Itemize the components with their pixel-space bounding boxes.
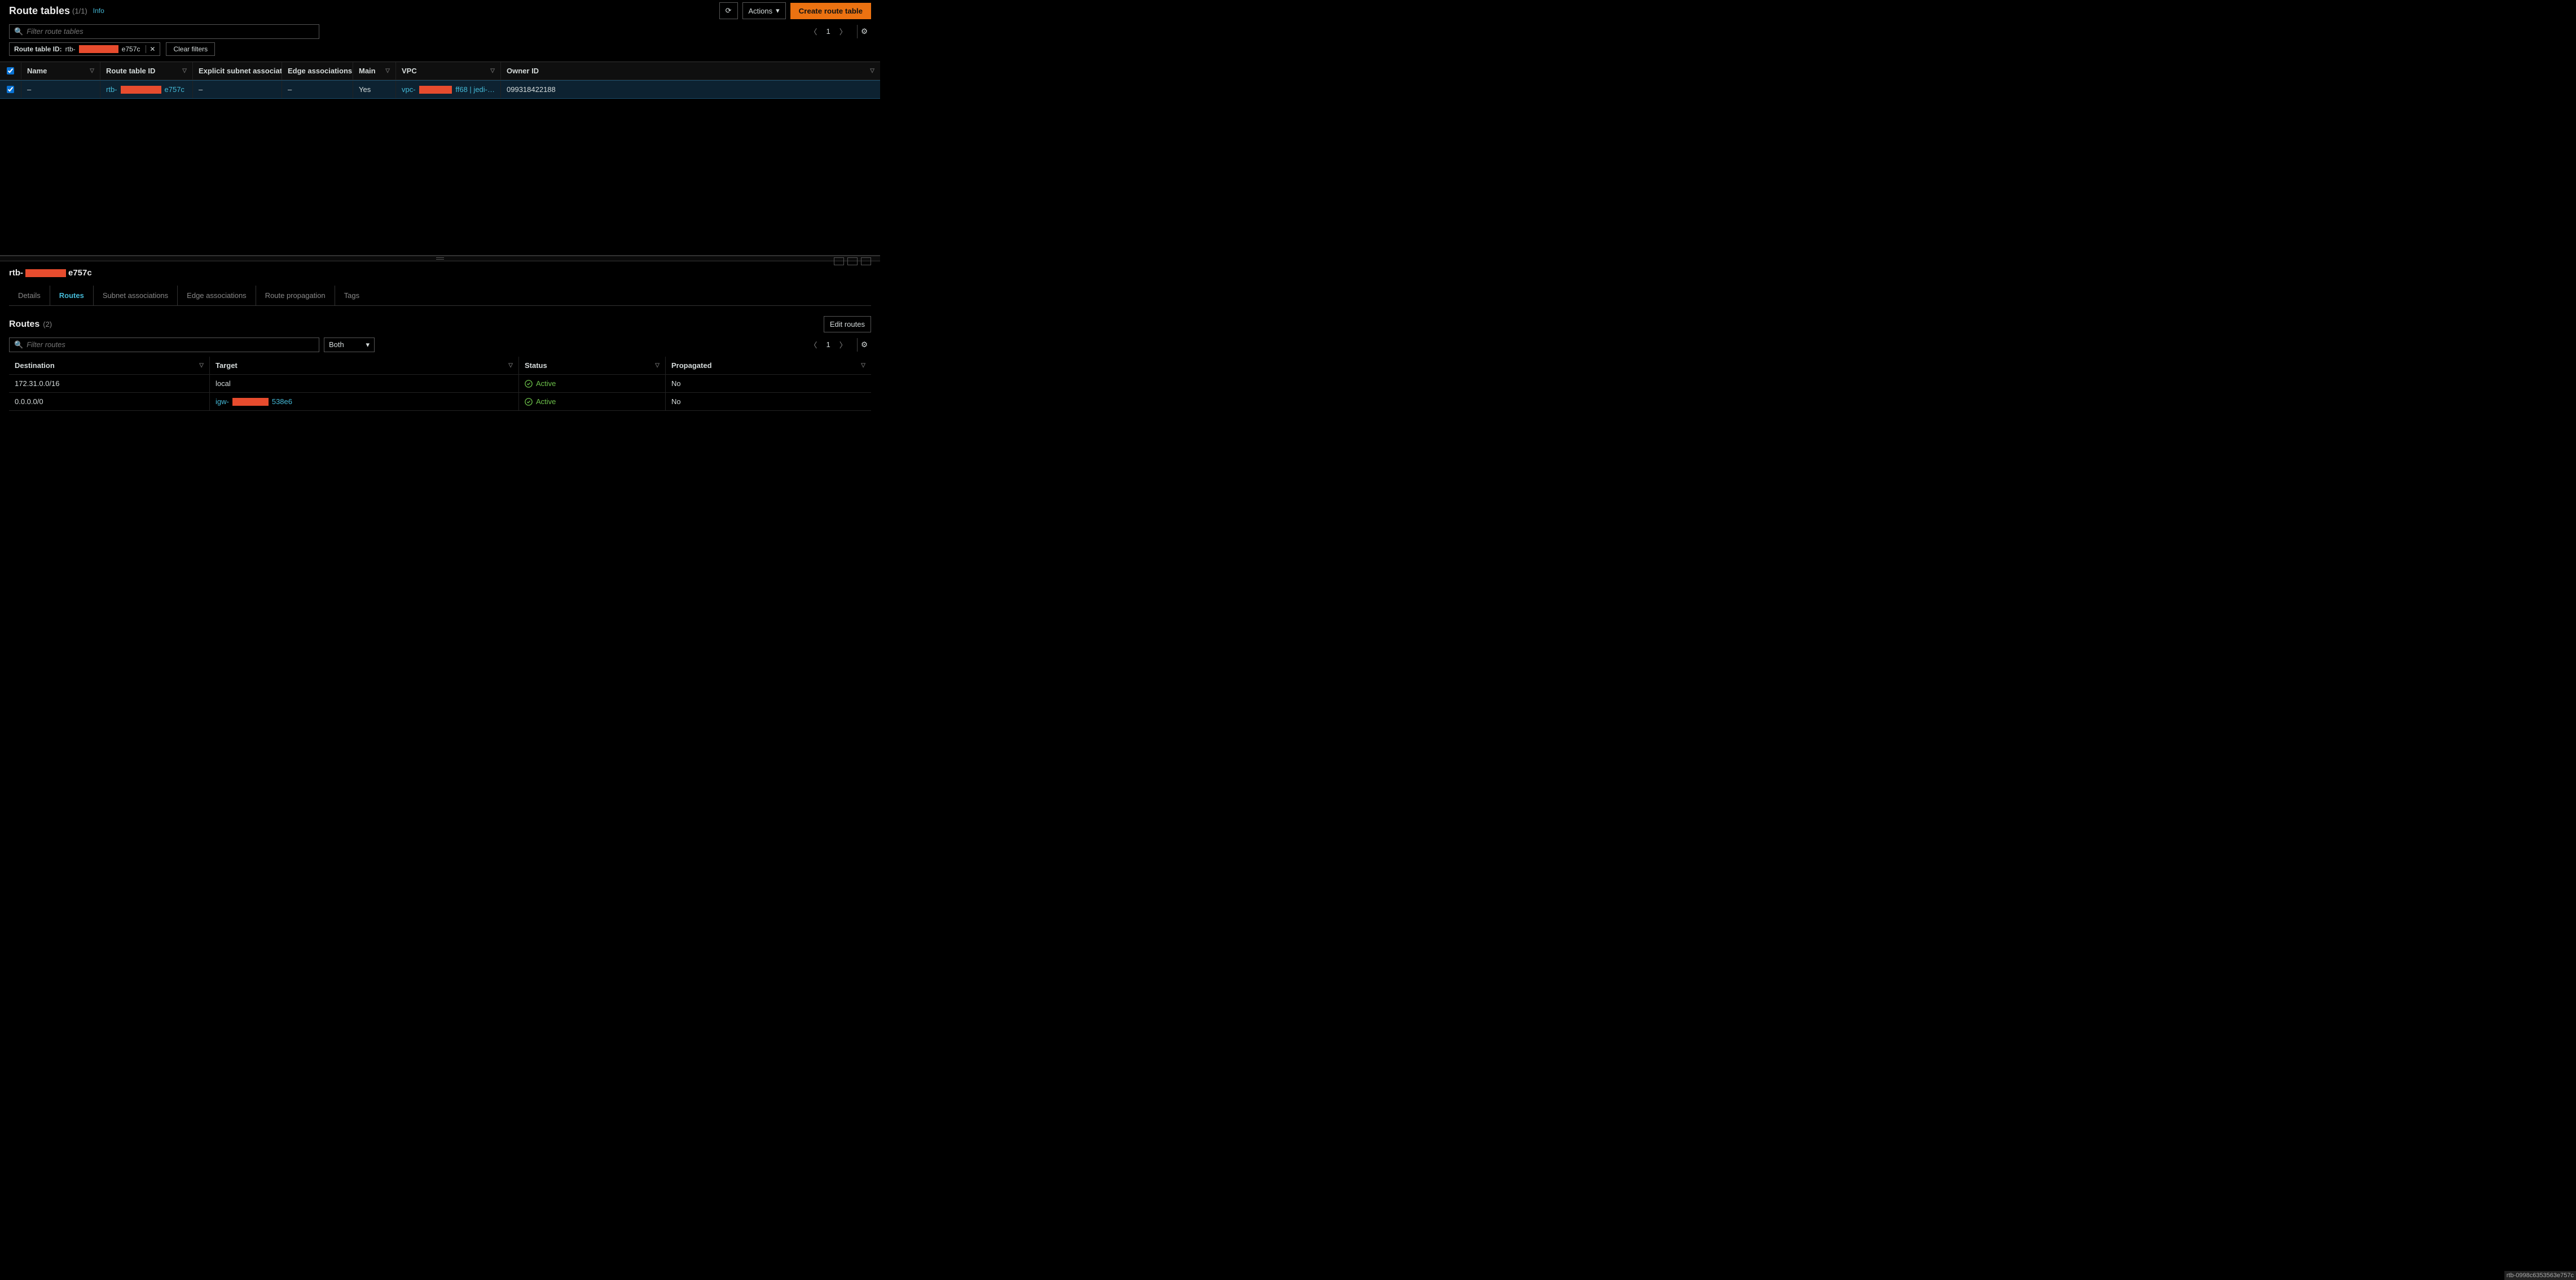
cell-main: Yes bbox=[353, 81, 396, 98]
cell-route-table-id[interactable]: rtb-e757c bbox=[100, 81, 193, 98]
search-icon: 🔍 bbox=[14, 27, 23, 36]
col-name[interactable]: Name▽ bbox=[21, 62, 100, 80]
col-main[interactable]: Main▽ bbox=[353, 62, 396, 80]
refresh-icon: ⟳ bbox=[726, 6, 732, 15]
redacted-block bbox=[419, 86, 452, 94]
redacted-block bbox=[79, 45, 118, 53]
col-owner-id[interactable]: Owner ID▽ bbox=[501, 62, 880, 80]
info-link[interactable]: Info bbox=[93, 7, 104, 15]
cell-target[interactable]: igw-538e6 bbox=[210, 393, 519, 410]
row-checkbox[interactable] bbox=[7, 86, 14, 93]
routes-table-settings-button[interactable]: ⚙ bbox=[857, 338, 871, 352]
footer-hint: rtb-0998c6353563e757c bbox=[2504, 1271, 2576, 1280]
remove-filter-chip-button[interactable]: ✕ bbox=[146, 45, 155, 53]
col-status[interactable]: Status▽ bbox=[519, 357, 666, 374]
detail-tabs: Details Routes Subnet associations Edge … bbox=[9, 286, 871, 306]
col-route-table-id[interactable]: Route table ID▽ bbox=[100, 62, 193, 80]
cell-propagated: No bbox=[666, 375, 871, 392]
cell-edge-assoc: – bbox=[282, 81, 353, 98]
cell-explicit-subnet-assoc: – bbox=[193, 81, 282, 98]
routes-header-row: Destination▽ Target▽ Status▽ Propagated▽ bbox=[9, 357, 871, 375]
page-current: 1 bbox=[824, 27, 832, 36]
route-scope-select[interactable]: Both ▾ bbox=[324, 337, 375, 352]
col-explicit-subnet-assoc[interactable]: Explicit subnet associat… bbox=[193, 62, 282, 80]
filter-routes-input[interactable] bbox=[27, 340, 314, 349]
sort-caret-icon: ▽ bbox=[508, 362, 513, 369]
routes-row: 172.31.0.0/16 local Active No bbox=[9, 375, 871, 393]
page-next-button[interactable]: 〉 bbox=[836, 24, 850, 39]
sort-caret-icon: ▽ bbox=[90, 68, 94, 74]
cell-destination: 0.0.0.0/0 bbox=[9, 393, 210, 410]
select-all-checkbox[interactable] bbox=[7, 67, 14, 74]
routes-row: 0.0.0.0/0 igw-538e6 Active No bbox=[9, 393, 871, 411]
table-settings-button[interactable]: ⚙ bbox=[857, 25, 871, 38]
redacted-block bbox=[121, 86, 161, 94]
filter-route-tables-search[interactable]: 🔍 bbox=[9, 24, 319, 39]
route-scope-value: Both bbox=[329, 340, 344, 349]
tab-tags[interactable]: Tags bbox=[335, 286, 368, 305]
routes-count: (2) bbox=[43, 320, 52, 328]
tab-subnet-associations[interactable]: Subnet associations bbox=[94, 286, 178, 305]
col-edge-assoc[interactable]: Edge associations bbox=[282, 62, 353, 80]
edit-routes-button[interactable]: Edit routes bbox=[824, 316, 871, 332]
check-circle-icon bbox=[525, 398, 533, 406]
tab-details[interactable]: Details bbox=[9, 286, 50, 305]
refresh-button[interactable]: ⟳ bbox=[719, 2, 738, 19]
sort-caret-icon: ▽ bbox=[870, 68, 874, 74]
col-destination[interactable]: Destination▽ bbox=[9, 357, 210, 374]
drag-handle-icon bbox=[436, 257, 444, 260]
cell-target: local bbox=[210, 375, 519, 392]
route-tables-header-row: Name▽ Route table ID▽ Explicit subnet as… bbox=[0, 62, 880, 80]
col-propagated[interactable]: Propagated▽ bbox=[666, 357, 871, 374]
redacted-block bbox=[25, 269, 66, 277]
tab-routes[interactable]: Routes bbox=[50, 286, 94, 305]
tab-route-propagation[interactable]: Route propagation bbox=[256, 286, 335, 305]
col-target[interactable]: Target▽ bbox=[210, 357, 519, 374]
cell-destination: 172.31.0.0/16 bbox=[9, 375, 210, 392]
create-route-table-button[interactable]: Create route table bbox=[790, 3, 871, 19]
routes-page-next-button[interactable]: 〉 bbox=[836, 337, 850, 352]
sort-caret-icon: ▽ bbox=[385, 68, 390, 74]
cell-status: Active bbox=[519, 375, 666, 392]
page-title-count: (1/1) bbox=[72, 7, 87, 15]
caret-down-icon: ▾ bbox=[776, 6, 780, 15]
filter-chip-suffix: e757c bbox=[122, 45, 140, 53]
filter-chip-prefix: rtb- bbox=[65, 45, 76, 53]
page-title: Route tables bbox=[9, 5, 70, 17]
actions-dropdown[interactable]: Actions ▾ bbox=[742, 2, 786, 19]
cell-vpc[interactable]: vpc-ff68 | jedi-… bbox=[396, 81, 501, 98]
layout-bottom-icon[interactable] bbox=[834, 257, 844, 265]
pane-splitter[interactable] bbox=[0, 256, 880, 261]
sort-caret-icon: ▽ bbox=[861, 362, 865, 369]
layout-full-icon[interactable] bbox=[847, 257, 858, 265]
sort-caret-icon: ▽ bbox=[182, 68, 187, 74]
table-row[interactable]: – rtb-e757c – – Yes vpc-ff68 | jedi-… 09… bbox=[0, 80, 880, 99]
cell-status: Active bbox=[519, 393, 666, 410]
detail-panel-title: rtb-e757c bbox=[9, 268, 871, 278]
search-icon: 🔍 bbox=[14, 340, 23, 349]
cell-name: – bbox=[21, 81, 100, 98]
cell-owner-id: 099318422188 bbox=[501, 81, 880, 98]
routes-page-current: 1 bbox=[824, 340, 832, 349]
tab-edge-associations[interactable]: Edge associations bbox=[178, 286, 256, 305]
cell-propagated: No bbox=[666, 393, 871, 410]
routes-subtitle: Routes bbox=[9, 319, 39, 330]
check-circle-icon bbox=[525, 380, 533, 388]
redacted-block bbox=[232, 398, 269, 406]
filter-chip-route-table-id[interactable]: Route table ID: rtb- e757c ✕ bbox=[9, 42, 160, 56]
page-prev-button[interactable]: 〈 bbox=[806, 24, 820, 39]
col-vpc[interactable]: VPC▽ bbox=[396, 62, 501, 80]
actions-label: Actions bbox=[749, 7, 773, 15]
caret-down-icon: ▾ bbox=[366, 340, 370, 349]
sort-caret-icon: ▽ bbox=[490, 68, 495, 74]
filter-routes-search[interactable]: 🔍 bbox=[9, 337, 319, 352]
sort-caret-icon: ▽ bbox=[655, 362, 660, 369]
sort-caret-icon: ▽ bbox=[199, 362, 204, 369]
layout-side-icon[interactable] bbox=[861, 257, 871, 265]
routes-page-prev-button[interactable]: 〈 bbox=[806, 337, 820, 352]
filter-route-tables-input[interactable] bbox=[27, 27, 314, 36]
clear-filters-button[interactable]: Clear filters bbox=[166, 42, 215, 56]
filter-chip-key: Route table ID: bbox=[14, 45, 62, 53]
